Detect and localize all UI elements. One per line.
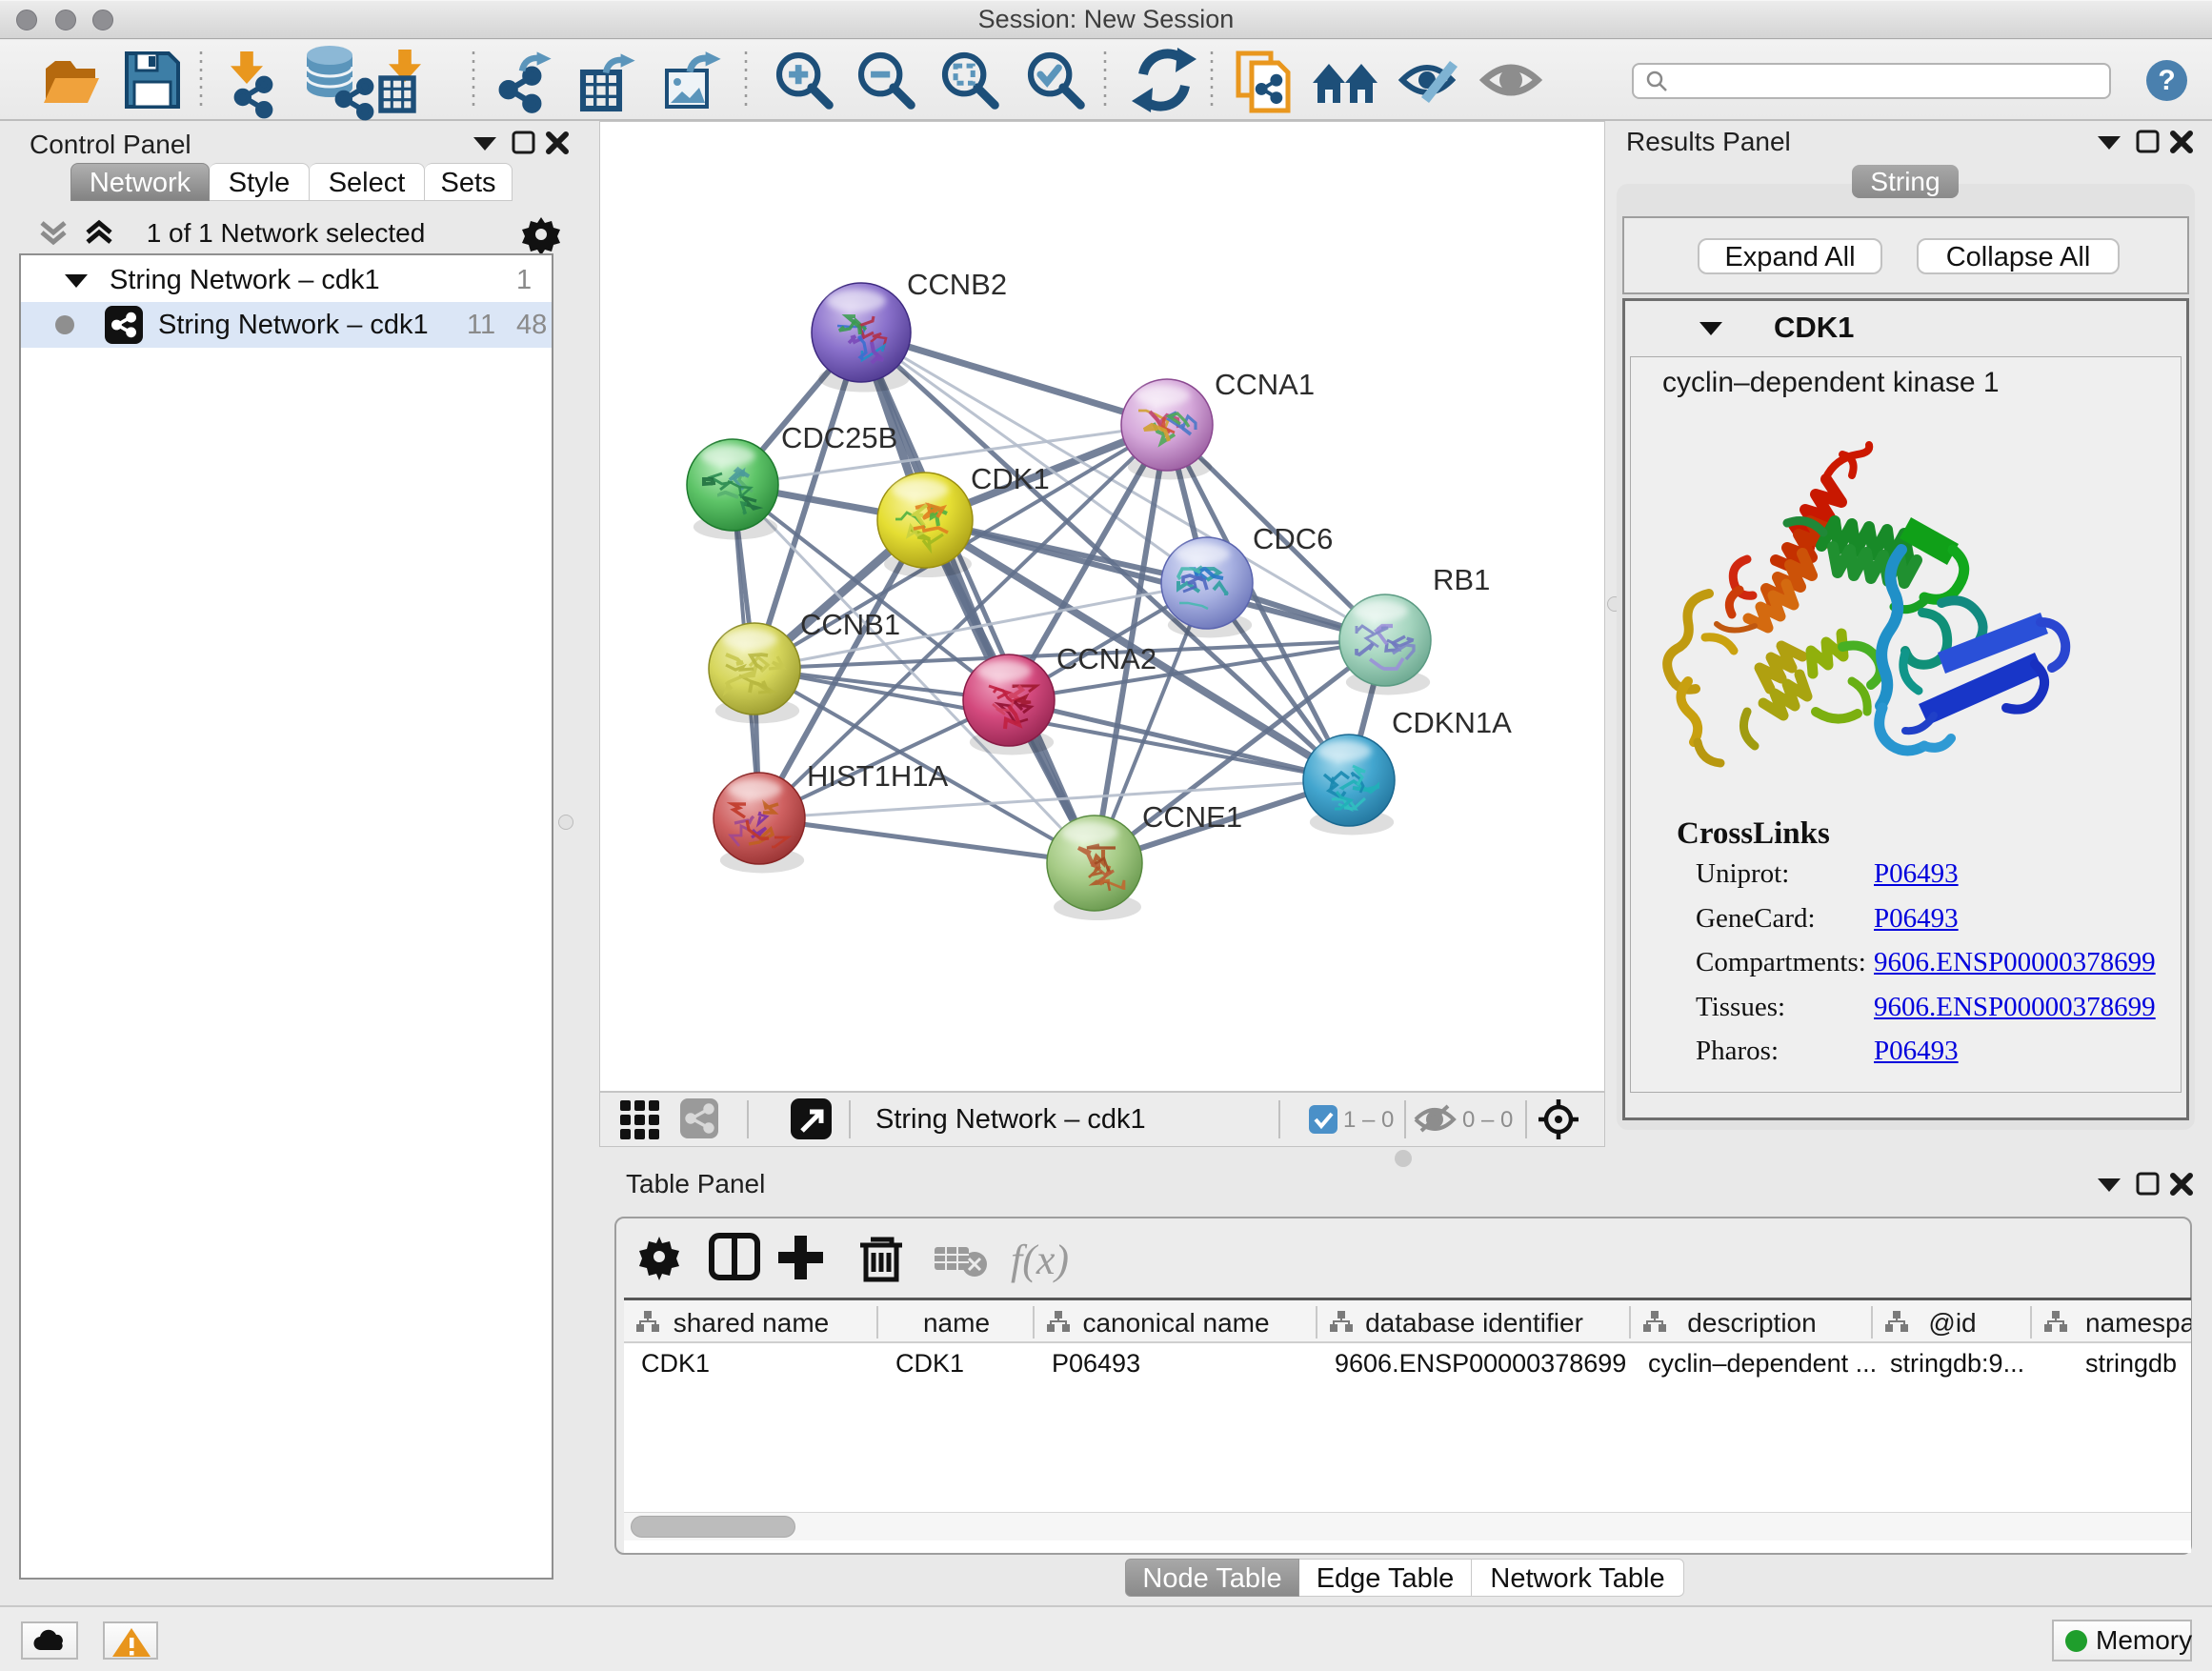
svg-text:CCNA1: CCNA1 — [1215, 368, 1315, 401]
svg-text:CCNE1: CCNE1 — [1142, 800, 1242, 834]
svg-text:CDKN1A: CDKN1A — [1392, 706, 1512, 739]
svg-text:CDK1: CDK1 — [971, 462, 1050, 495]
svg-text:f(x): f(x) — [1011, 1237, 1069, 1283]
svg-text:CDC6: CDC6 — [1253, 522, 1333, 555]
svg-text:HIST1H1A: HIST1H1A — [807, 759, 948, 793]
svg-text:CCNB1: CCNB1 — [800, 608, 900, 641]
svg-text:RB1: RB1 — [1433, 563, 1490, 596]
svg-text:CCNB2: CCNB2 — [907, 268, 1007, 301]
svg-text:CCNA2: CCNA2 — [1056, 642, 1156, 675]
svg-text:CDC25B: CDC25B — [781, 421, 897, 454]
